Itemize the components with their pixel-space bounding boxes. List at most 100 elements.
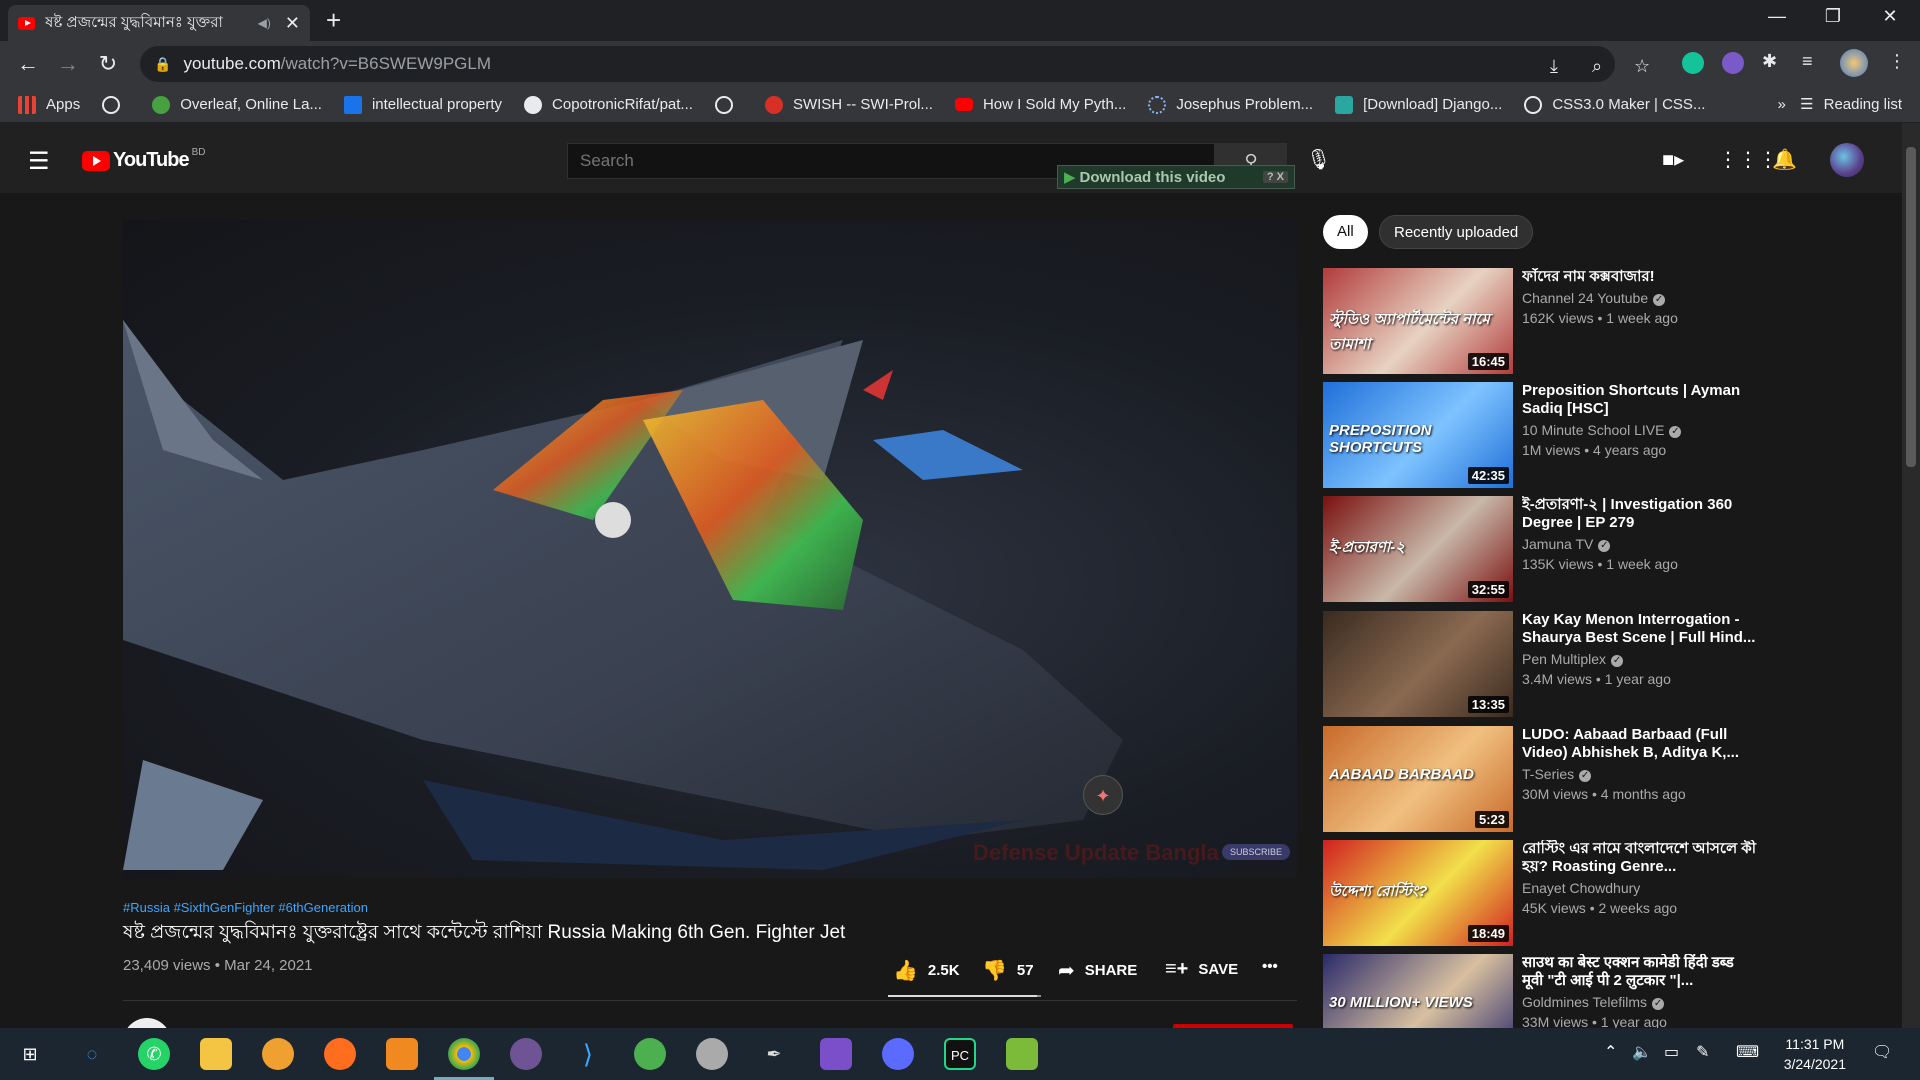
github-desktop-icon[interactable] xyxy=(510,1038,542,1070)
reload-icon[interactable]: ↻ xyxy=(94,51,122,77)
pycharm-icon[interactable]: PC xyxy=(944,1038,976,1070)
minimize-icon[interactable]: — xyxy=(1762,6,1792,27)
related-video-title[interactable]: Preposition Shortcuts | Ayman Sadiq [HSC… xyxy=(1522,382,1757,418)
save-button[interactable]: ≡+ SAVE xyxy=(1165,958,1238,981)
new-tab-button[interactable]: + xyxy=(326,6,341,34)
tray-chevron-icon[interactable]: ⌃ xyxy=(1604,1042,1617,1062)
video-thumbnail[interactable]: PREPOSITION SHORTCUTS 42:35 xyxy=(1323,382,1513,488)
related-video-title[interactable]: LUDO: Aabaad Barbaad (Full Video) Abhish… xyxy=(1522,726,1757,762)
related-video-item[interactable]: 13:35 Kay Kay Menon Interrogation - Shaur… xyxy=(1323,611,1843,719)
messenger-icon[interactable] xyxy=(882,1038,914,1070)
bookmark-github[interactable]: CopotronicRifat/pat... xyxy=(524,95,693,114)
file-explorer-icon[interactable] xyxy=(200,1038,232,1070)
youtube-logo[interactable]: YouTube BD xyxy=(82,147,205,172)
related-video-channel[interactable]: Channel 24 Youtube ✓ xyxy=(1522,290,1666,306)
related-video-channel[interactable]: Jamuna TV ✓ xyxy=(1522,536,1611,552)
close-tab-button[interactable]: ✕ xyxy=(285,13,300,34)
sublime-icon[interactable] xyxy=(386,1038,418,1070)
voice-search-icon[interactable]: 🎙 xyxy=(1306,147,1331,172)
related-video-channel[interactable]: Enayet Chowdhury xyxy=(1522,880,1640,896)
taskbar-clock[interactable]: 11:31 PM 3/24/2021 xyxy=(1784,1034,1846,1074)
vscode-icon[interactable]: ⟩ xyxy=(572,1038,604,1070)
hamburger-menu-icon[interactable]: ☰ xyxy=(28,147,50,176)
visual-studio-icon[interactable] xyxy=(820,1038,852,1070)
page-scrollbar[interactable] xyxy=(1902,123,1920,1028)
more-bookmarks[interactable]: » xyxy=(1777,96,1785,113)
menu-kebab-icon[interactable]: ⋮ xyxy=(1888,51,1906,72)
browser-tab[interactable]: ষষ্ট প্রজন্মের যুদ্ধবিমানঃ যুক্তরা ◀) ✕ xyxy=(8,5,310,41)
related-video-item[interactable]: AABAAD BARBAAD 5:23 LUDO: Aabaad Barbaad (… xyxy=(1323,726,1843,834)
globe-app-icon[interactable] xyxy=(634,1038,666,1070)
search-icon[interactable]: ◌ xyxy=(76,1038,108,1070)
omnibox[interactable]: 🔒 youtube.com/watch?v=B6SWEW9PGLM ⤓ ⌕ ☆ xyxy=(140,46,1650,82)
lock-icon[interactable]: 🔒 xyxy=(154,56,171,73)
keyboard-icon[interactable]: ⌨ xyxy=(1736,1042,1759,1062)
account-avatar[interactable] xyxy=(1830,143,1864,177)
notifications-bell-icon[interactable]: 🔔 xyxy=(1772,147,1797,172)
media-controls-icon[interactable]: ≡ xyxy=(1802,51,1813,72)
related-video-title[interactable]: Kay Kay Menon Interrogation - Shaurya Be… xyxy=(1522,611,1757,647)
notepad-icon[interactable] xyxy=(1006,1038,1038,1070)
create-video-icon[interactable]: ■▸ xyxy=(1662,147,1684,172)
download-video-bar[interactable]: ▶ Download this video ? X xyxy=(1057,165,1295,189)
install-icon[interactable]: ⤓ xyxy=(1550,56,1558,77)
video-hashtags[interactable]: #Russia #SixthGenFighter #6thGeneration xyxy=(123,900,368,915)
puzzle-extensions-icon[interactable]: ✱ xyxy=(1762,51,1777,72)
related-video-title[interactable]: ফাঁদের নাম কক্সবাজার! xyxy=(1522,268,1757,286)
bookmark-overleaf[interactable]: Overleaf, Online La... xyxy=(152,95,322,114)
pen-icon[interactable]: ✎ xyxy=(1696,1042,1709,1062)
audio-icon[interactable]: ◀) xyxy=(258,16,271,30)
scrollbar-thumb[interactable] xyxy=(1906,147,1916,467)
video-thumbnail[interactable]: 13:35 xyxy=(1323,611,1513,717)
video-player[interactable]: ✦ Defense Update Bangla SUBSCRIBE xyxy=(123,220,1297,878)
grammarly-extension-icon[interactable] xyxy=(1682,52,1704,74)
dislike-button[interactable]: 👎 57 xyxy=(982,958,1034,983)
app-icon[interactable] xyxy=(696,1038,728,1070)
notifications-icon[interactable]: 🗨 xyxy=(1872,1042,1892,1062)
forward-icon[interactable]: → xyxy=(54,51,82,77)
related-video-title[interactable]: রোস্টিং এর নামে বাংলাদেশে আসলে কী হয়? R… xyxy=(1522,840,1757,876)
chip-all[interactable]: All xyxy=(1323,215,1368,249)
bookmark-youtube[interactable]: How I Sold My Pyth... xyxy=(954,96,1126,113)
download-help-close[interactable]: ? X xyxy=(1262,171,1288,183)
bookmark-swish[interactable]: SWISH -- SWI-Prol... xyxy=(764,95,933,114)
related-video-channel[interactable]: 10 Minute School LIVE ✓ xyxy=(1522,422,1682,438)
apps-grid-icon[interactable]: ⋮⋮⋮ xyxy=(1718,147,1778,172)
extension-icon[interactable] xyxy=(1722,52,1744,74)
network-icon[interactable]: ▭ xyxy=(1664,1042,1679,1062)
related-video-channel[interactable]: T-Series ✓ xyxy=(1522,766,1592,782)
window-close-icon[interactable]: ✕ xyxy=(1875,6,1905,27)
chip-recently-uploaded[interactable]: Recently uploaded xyxy=(1379,215,1534,249)
firefox-icon[interactable] xyxy=(324,1038,356,1070)
bookmark-globe-2[interactable] xyxy=(714,95,743,114)
zoom-icon[interactable]: ⌕ xyxy=(1592,56,1602,77)
inkscape-icon[interactable]: ✒ xyxy=(758,1038,790,1070)
like-button[interactable]: 👍 2.5K xyxy=(893,958,960,983)
related-video-title[interactable]: साउथ का बेस्ट एक्शन कामेडी हिंदी डब्ड मू… xyxy=(1522,954,1757,990)
channel-watermark-logo[interactable]: ✦ xyxy=(1083,775,1123,815)
bookmark-css3-maker[interactable]: CSS3.0 Maker | CSS... xyxy=(1524,95,1705,114)
related-video-item[interactable]: উদ্দেশ্য রোস্টিং? 18:49 রোস্টিং এর নামে বা… xyxy=(1323,840,1843,948)
subscribe-watermark[interactable]: SUBSCRIBE xyxy=(1222,844,1291,860)
related-video-channel[interactable]: Pen Multiplex ✓ xyxy=(1522,651,1624,667)
related-video-title[interactable]: ই-প্রতারণা-২ | Investigation 360 Degree … xyxy=(1522,496,1757,532)
back-icon[interactable]: ← xyxy=(14,51,42,77)
related-video-item[interactable]: PREPOSITION SHORTCUTS 42:35 Preposition Sh… xyxy=(1323,382,1843,490)
bookmark-intellectual-property[interactable]: intellectual property xyxy=(343,95,502,114)
bookmark-django[interactable]: [Download] Django... xyxy=(1335,95,1502,114)
related-video-item[interactable]: ই-প্রতারণা-২ 32:55 ই-প্রতারণা-২ | Investig… xyxy=(1323,496,1843,604)
vpn-icon[interactable] xyxy=(262,1038,294,1070)
bookmark-star-icon[interactable]: ☆ xyxy=(1634,56,1650,77)
reading-list-button[interactable]: ☰ Reading list xyxy=(1800,95,1902,114)
chrome-icon[interactable] xyxy=(448,1038,480,1070)
more-actions-button[interactable]: ••• xyxy=(1262,958,1278,975)
video-thumbnail[interactable]: স্টুডিও অ্যাপার্টমেন্টের নামে তামাশা 16:4… xyxy=(1323,268,1513,374)
video-thumbnail[interactable]: AABAAD BARBAAD 5:23 xyxy=(1323,726,1513,832)
restore-icon[interactable]: ❐ xyxy=(1818,6,1848,27)
related-video-channel[interactable]: Goldmines Telefilms ✓ xyxy=(1522,994,1665,1010)
video-thumbnail[interactable]: উদ্দেশ্য রোস্টিং? 18:49 xyxy=(1323,840,1513,946)
bookmark-josephus[interactable]: Josephus Problem... xyxy=(1148,95,1313,114)
related-video-item[interactable]: স্টুডিও অ্যাপার্টমেন্টের নামে তামাশা 16:4… xyxy=(1323,268,1843,376)
bookmark-apps[interactable]: Apps xyxy=(18,95,80,114)
video-thumbnail[interactable]: ই-প্রতারণা-২ 32:55 xyxy=(1323,496,1513,602)
